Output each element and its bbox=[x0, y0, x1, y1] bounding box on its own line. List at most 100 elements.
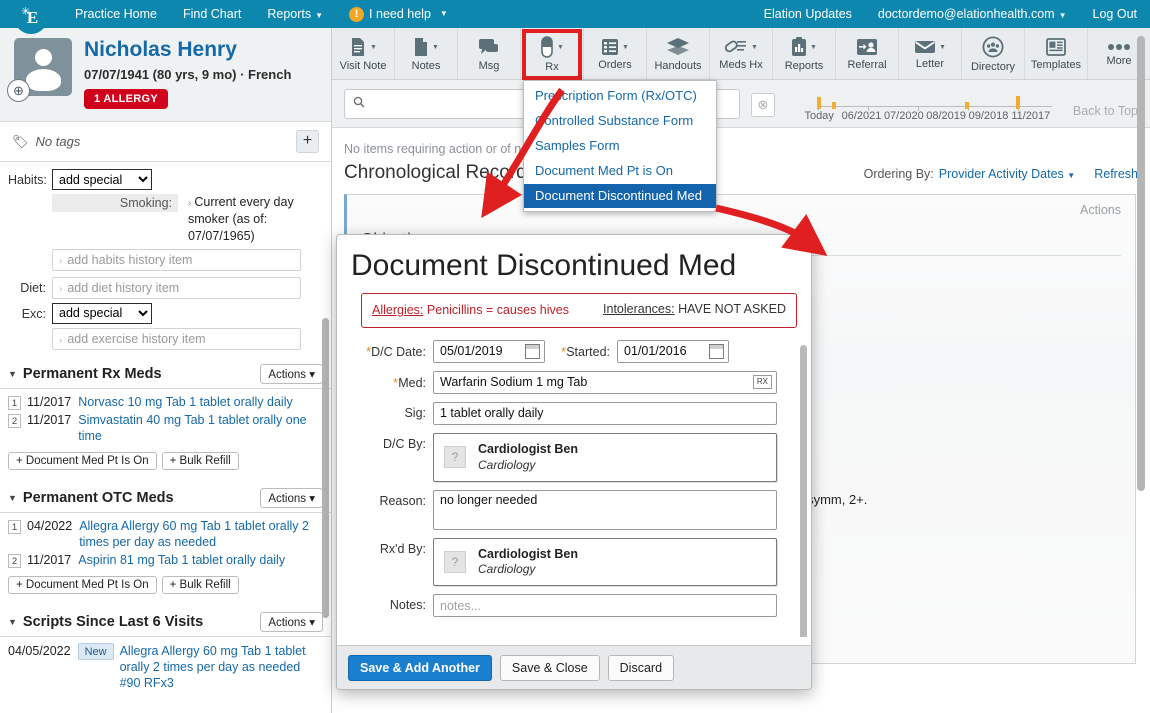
list-item[interactable]: 2 11/2017 Aspirin 81 mg Tab 1 tablet ora… bbox=[8, 552, 323, 568]
save-and-add-another-button[interactable]: Save & Add Another bbox=[348, 655, 492, 681]
record-actions-button[interactable]: Actions bbox=[1080, 203, 1121, 217]
rx-menu-document-med-pt-is-on[interactable]: Document Med Pt is On bbox=[524, 159, 716, 184]
caret-down-icon[interactable]: ▼ bbox=[8, 493, 17, 503]
row-med-name[interactable]: Allegra Allergy 60 mg Tab 1 tablet orall… bbox=[120, 643, 323, 692]
chevron-right-icon: › bbox=[59, 335, 62, 346]
section-permanent-rx-meds[interactable]: ▼ Permanent Rx Meds Actions ▾ bbox=[0, 358, 331, 389]
chevron-down-icon: ▼ bbox=[440, 0, 448, 28]
rx-menu-prescription-form[interactable]: Prescription Form (Rx/OTC) bbox=[524, 84, 716, 109]
reason-textarea[interactable]: no longer needed bbox=[433, 490, 777, 530]
message-icon bbox=[478, 37, 500, 57]
started-date-input[interactable]: 01/01/2016 bbox=[617, 340, 729, 363]
rx-meds-actions-button[interactable]: Actions ▾ bbox=[260, 364, 323, 384]
toolbar-visit-note[interactable]: ▼ Visit Note bbox=[332, 28, 395, 79]
timeline-label[interactable]: Today bbox=[798, 110, 840, 122]
nav-i-need-help[interactable]: ! I need help ▼ bbox=[336, 0, 461, 28]
discard-button[interactable]: Discard bbox=[608, 655, 674, 681]
toolbar-meds-hx[interactable]: ▼ Meds Hx bbox=[710, 28, 773, 79]
bulk-refill-button-otc[interactable]: + Bulk Refill bbox=[162, 576, 239, 594]
toolbar-referral[interactable]: Referral bbox=[836, 28, 899, 79]
sig-input[interactable]: 1 tablet orally daily bbox=[433, 402, 777, 425]
bulk-refill-button[interactable]: + Bulk Refill bbox=[162, 452, 239, 470]
caret-down-icon[interactable]: ▼ bbox=[8, 369, 17, 379]
med-input[interactable]: Warfarin Sodium 1 mg Tab RX bbox=[433, 371, 777, 394]
add-diet-history-input[interactable]: ›add diet history item bbox=[52, 277, 301, 299]
nav-find-chart-label: Find Chart bbox=[183, 7, 241, 21]
rx-menu-samples-form[interactable]: Samples Form bbox=[524, 134, 716, 159]
toolbar-orders[interactable]: ▼ Orders bbox=[584, 28, 647, 79]
rx-meds-buttons: + Document Med Pt Is On + Bulk Refill bbox=[0, 448, 331, 476]
habits-special-select[interactable]: add special bbox=[52, 169, 152, 190]
toolbar-notes[interactable]: ▼ Notes bbox=[395, 28, 458, 79]
toolbar-directory[interactable]: Directory bbox=[962, 28, 1025, 79]
page-title[interactable]: Nicholas Henry bbox=[84, 38, 291, 62]
add-tag-button[interactable]: + bbox=[296, 130, 319, 153]
toolbar-rx[interactable]: ▼ Rx bbox=[521, 28, 584, 79]
timeline-label[interactable]: 11/2017 bbox=[1010, 110, 1052, 122]
dc-date-input[interactable]: 05/01/2019 bbox=[433, 340, 545, 363]
row-med-name[interactable]: Simvastatin 40 mg Tab 1 tablet orally on… bbox=[78, 412, 323, 444]
scripts-actions-button[interactable]: Actions ▾ bbox=[260, 612, 323, 632]
ordering-value-dropdown[interactable]: Provider Activity Dates ▼ bbox=[939, 167, 1075, 181]
calendar-icon[interactable] bbox=[709, 344, 724, 359]
nav-elation-updates[interactable]: Elation Updates bbox=[751, 0, 865, 28]
started-label: *Started: bbox=[545, 340, 617, 359]
otc-meds-actions-button[interactable]: Actions ▾ bbox=[260, 488, 323, 508]
exercise-special-select[interactable]: add special bbox=[52, 303, 152, 324]
list-item[interactable]: 1 11/2017 Norvasc 10 mg Tab 1 tablet ora… bbox=[8, 394, 323, 410]
dc-date-label: *D/C Date: bbox=[349, 340, 433, 359]
back-to-top-link[interactable]: Back to Top bbox=[1073, 104, 1138, 118]
nav-account-label: doctordemo@elationhealth.com bbox=[878, 7, 1055, 21]
list-item[interactable]: 1 04/2022 Allegra Allergy 60 mg Tab 1 ta… bbox=[8, 518, 323, 550]
row-med-name[interactable]: Aspirin 81 mg Tab 1 tablet orally daily bbox=[78, 552, 285, 568]
add-exercise-history-input[interactable]: ›add exercise history item bbox=[52, 328, 301, 350]
caret-down-icon[interactable]: ▼ bbox=[8, 617, 17, 627]
habits-label: Habits: bbox=[8, 169, 52, 187]
toolbar-letter[interactable]: ▼ Letter bbox=[899, 28, 962, 79]
add-habits-history-input[interactable]: ›add habits history item bbox=[52, 249, 301, 271]
clear-icon[interactable]: ⊗ bbox=[751, 93, 775, 117]
chart-toolbar: ▼ Visit Note ▼ Notes Msg ▼ Rx bbox=[332, 28, 1150, 80]
list-item[interactable]: 2 11/2017 Simvastatin 40 mg Tab 1 tablet… bbox=[8, 412, 323, 444]
row-med-name[interactable]: Allegra Allergy 60 mg Tab 1 tablet orall… bbox=[79, 518, 323, 550]
section-scripts-since-last-6-visits[interactable]: ▼ Scripts Since Last 6 Visits Actions ▾ bbox=[0, 606, 331, 637]
chevron-down-icon: ▼ bbox=[1059, 11, 1067, 20]
nav-reports[interactable]: Reports▼ bbox=[254, 0, 336, 28]
main-scrollbar[interactable] bbox=[1137, 36, 1145, 491]
timeline-label[interactable]: 06/2021 bbox=[840, 110, 882, 122]
toolbar-handouts[interactable]: Handouts bbox=[647, 28, 710, 79]
calendar-icon[interactable] bbox=[525, 344, 540, 359]
row-med-name[interactable]: Norvasc 10 mg Tab 1 tablet orally daily bbox=[78, 394, 292, 410]
sidebar-scrollbar[interactable] bbox=[322, 318, 329, 618]
rx-menu-document-discontinued-med[interactable]: Document Discontinued Med bbox=[524, 184, 716, 209]
timeline-label[interactable]: 09/2018 bbox=[967, 110, 1009, 122]
document-med-pt-is-on-button[interactable]: + Document Med Pt Is On bbox=[8, 452, 157, 470]
smoking-value[interactable]: ›Current every day smoker (as of: 07/07/… bbox=[178, 194, 318, 245]
nav-practice-home[interactable]: Practice Home bbox=[62, 0, 170, 28]
status-badge[interactable]: 1 ALLERGY bbox=[84, 89, 168, 109]
nav-log-out[interactable]: Log Out bbox=[1080, 0, 1150, 28]
dc-by-provider[interactable]: ? Cardiologist Ben Cardiology bbox=[433, 433, 777, 482]
document-med-pt-is-on-button-otc[interactable]: + Document Med Pt Is On bbox=[8, 576, 157, 594]
rx-menu-controlled-substance-form[interactable]: Controlled Substance Form bbox=[524, 109, 716, 134]
nav-account-menu[interactable]: doctordemo@elationhealth.com ▼ bbox=[865, 0, 1080, 28]
avatar[interactable]: ⊕ bbox=[14, 38, 72, 96]
timeline-label[interactable]: 07/2020 bbox=[883, 110, 925, 122]
elation-logo[interactable]: ✳ E bbox=[0, 0, 62, 28]
toolbar-templates[interactable]: Templates bbox=[1025, 28, 1088, 79]
chronological-header: Chronological Record Ordering By: Provid… bbox=[332, 156, 1150, 194]
section-permanent-otc-meds[interactable]: ▼ Permanent OTC Meds Actions ▾ bbox=[0, 482, 331, 513]
timeline[interactable]: Today 06/2021 07/2020 08/2019 09/2018 11… bbox=[798, 84, 1138, 124]
save-and-close-button[interactable]: Save & Close bbox=[500, 655, 600, 681]
provider-name: Cardiologist Ben bbox=[478, 442, 578, 458]
rxd-by-provider[interactable]: ? Cardiologist Ben Cardiology bbox=[433, 538, 777, 587]
toolbar-msg[interactable]: Msg bbox=[458, 28, 521, 79]
toolbar-label: Directory bbox=[971, 61, 1015, 73]
notes-textarea[interactable]: notes... bbox=[433, 594, 777, 617]
refresh-link[interactable]: Refresh bbox=[1094, 167, 1138, 181]
toolbar-reports[interactable]: ▼ Reports bbox=[773, 28, 836, 79]
nav-find-chart[interactable]: Find Chart bbox=[170, 0, 254, 28]
dialog-scrollbar[interactable] bbox=[800, 345, 807, 637]
list-item[interactable]: 04/05/2022 New Allegra Allergy 60 mg Tab… bbox=[0, 637, 331, 692]
timeline-label[interactable]: 08/2019 bbox=[925, 110, 967, 122]
